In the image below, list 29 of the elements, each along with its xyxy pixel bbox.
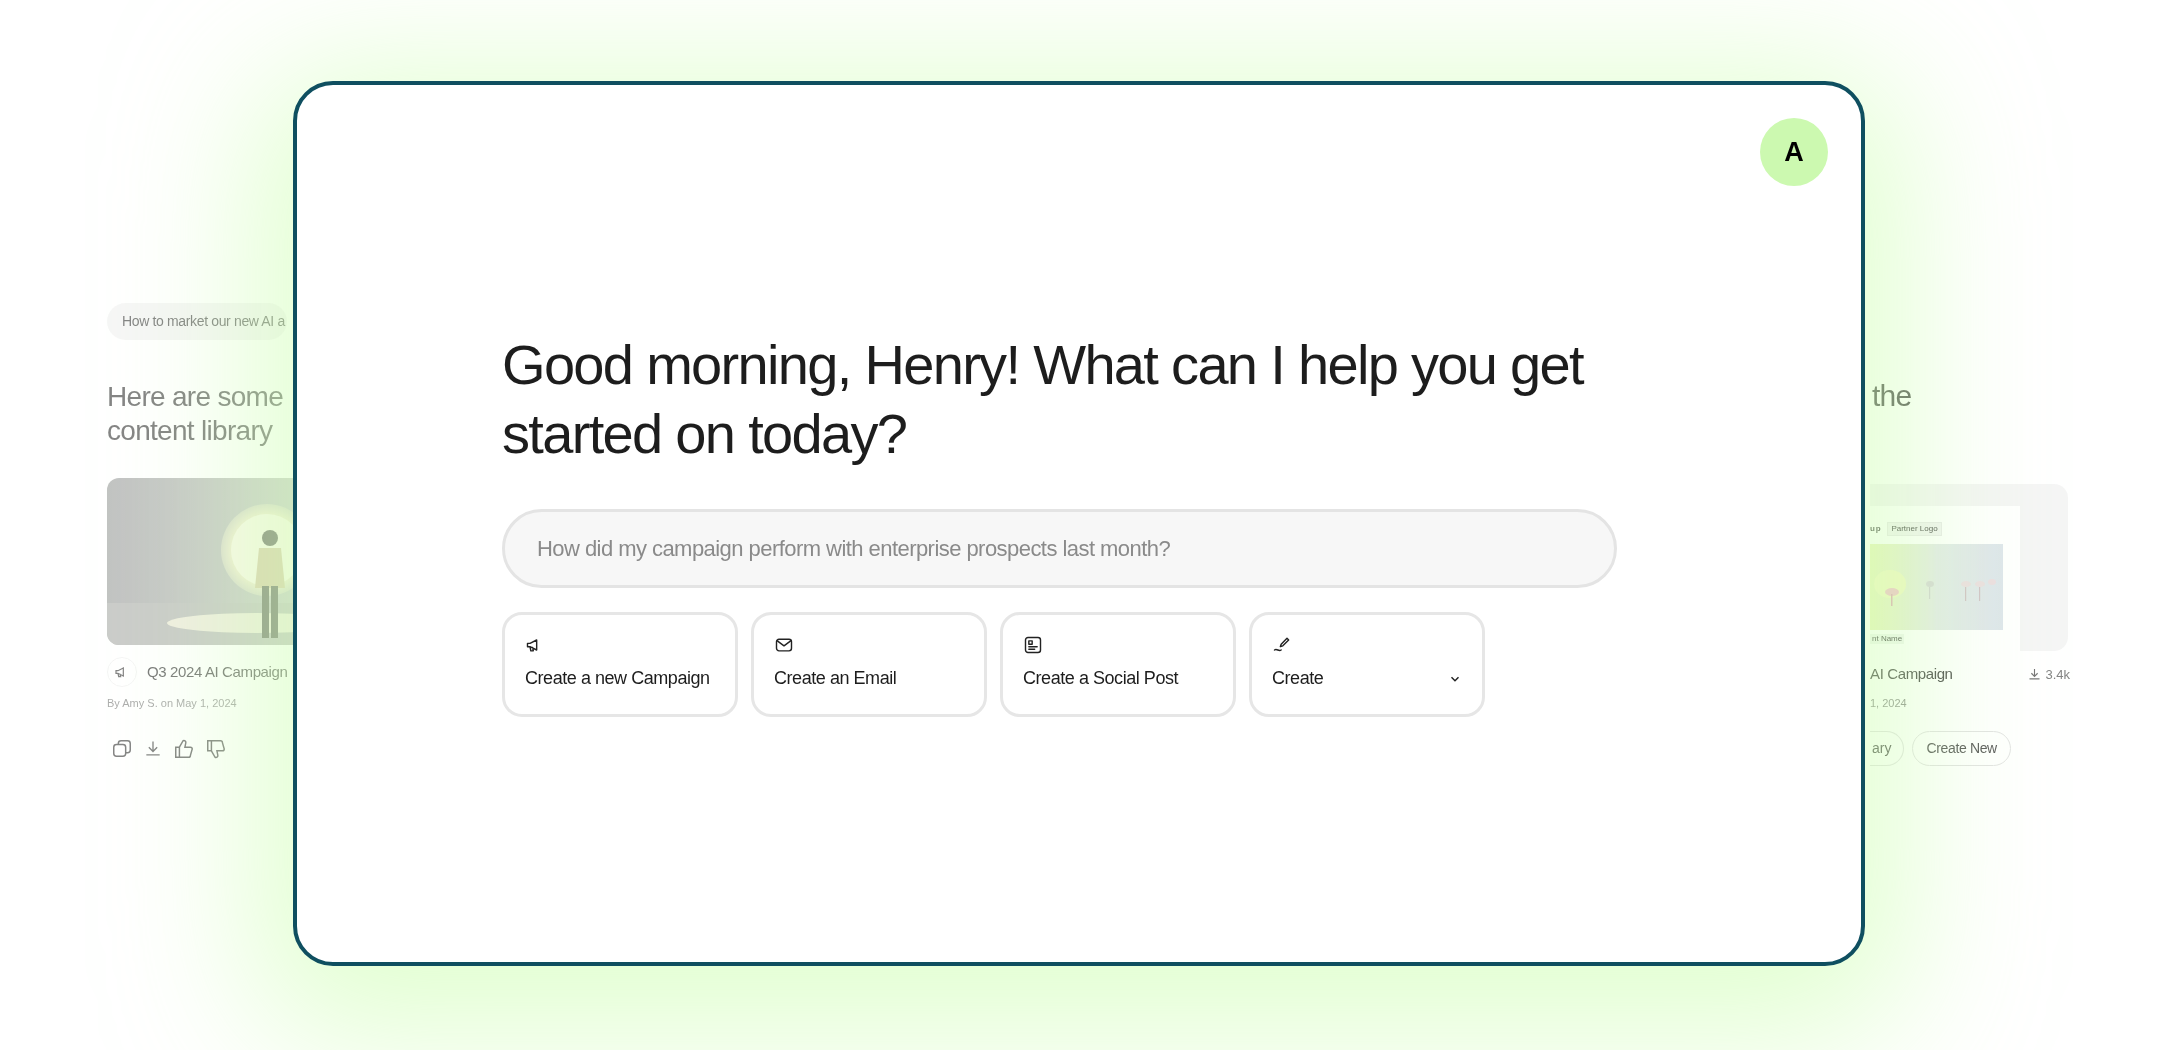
- date-text: 1, 2024: [1870, 695, 1908, 711]
- action-label: Create: [1272, 667, 1324, 690]
- action-card-button[interactable]: Create a new Campaign: [502, 612, 738, 717]
- search-field[interactable]: How did my campaign perform with enterprise prospects last month?: [502, 509, 1617, 588]
- byline: By Amy S. on May 1, 2024: [107, 696, 238, 711]
- heading-text: content library: [107, 414, 274, 448]
- download-icon: [2027, 666, 2043, 682]
- download-count: 3.4k: [2045, 665, 2070, 684]
- pill-button[interactable]: Create New: [1912, 731, 2011, 766]
- card-title: Q3 2024 AI Campaign: [147, 661, 288, 682]
- logo-text: up: [1870, 523, 1882, 535]
- heading-text: the: [1871, 378, 1913, 414]
- thumbs-up-icon[interactable]: [173, 737, 195, 760]
- post-icon: [1023, 635, 1043, 655]
- action-label: Create a new Campaign: [525, 667, 710, 690]
- avatar[interactable]: A: [1760, 118, 1828, 186]
- action-card-button[interactable]: Create an Email: [751, 612, 987, 717]
- action-label: Create a Social Post: [1023, 667, 1179, 690]
- greeting-heading: Good morning, Henry! What can I help you get started on today?: [502, 332, 1585, 467]
- heading-text: Here are some: [107, 380, 285, 414]
- tag: Partner Logo: [1887, 522, 1942, 536]
- thumbs-down-icon[interactable]: [205, 737, 227, 760]
- action-label: Create an Email: [774, 667, 897, 690]
- action-card-button[interactable]: Create: [1249, 612, 1485, 717]
- card-title: AI Campaign: [1870, 664, 1953, 684]
- action-card-button[interactable]: Create a Social Post: [1000, 612, 1236, 717]
- envelope-icon: [774, 635, 794, 655]
- copy-icon[interactable]: [111, 737, 133, 760]
- tag: nt Name: [1870, 634, 1905, 644]
